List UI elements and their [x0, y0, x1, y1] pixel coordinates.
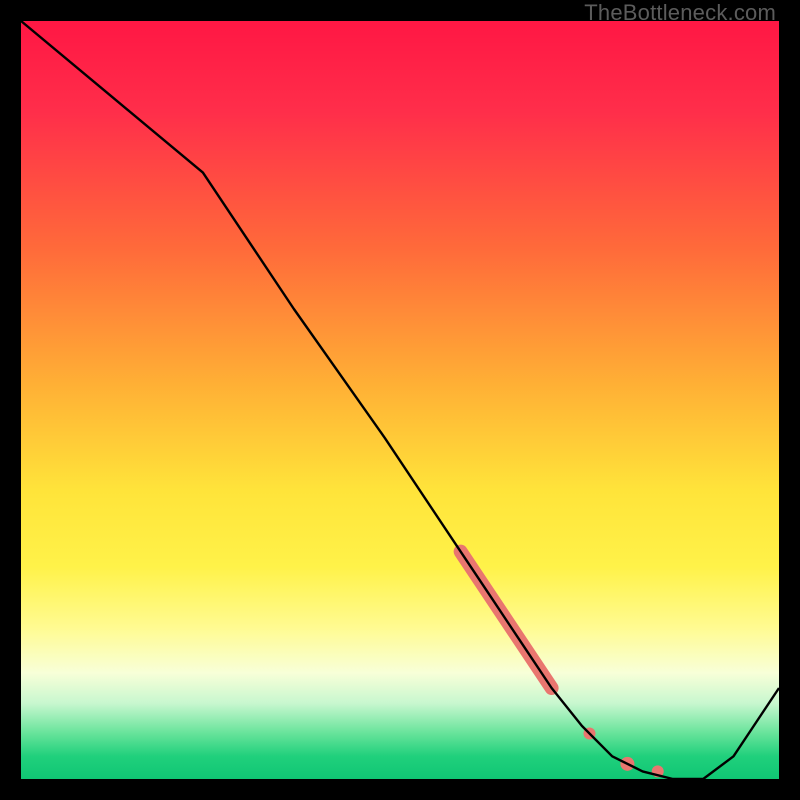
main-curve — [21, 21, 779, 779]
chart-stage: TheBottleneck.com — [0, 0, 800, 800]
plot-area — [21, 21, 779, 779]
markers-layer — [461, 552, 664, 778]
chart-svg — [21, 21, 779, 779]
curve-layer — [21, 21, 779, 779]
